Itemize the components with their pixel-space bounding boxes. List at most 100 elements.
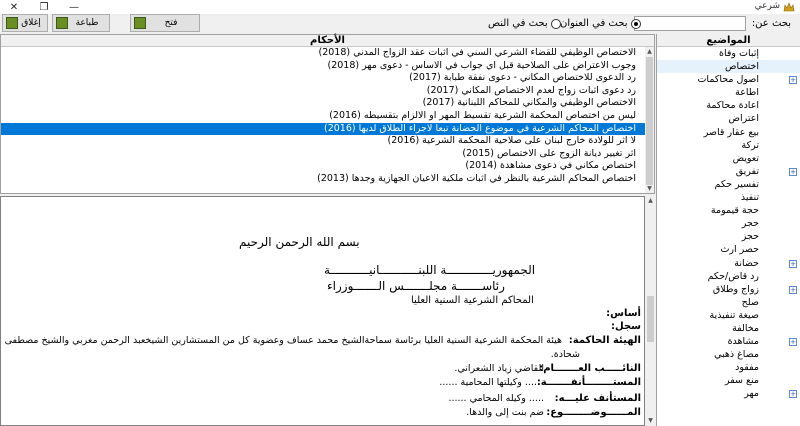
appellee-text: ..... وكيله المحامي ...... [448, 393, 544, 404]
topic-item[interactable]: تركة [657, 139, 800, 152]
topic-item[interactable]: منع سفر [657, 374, 800, 387]
radio-on-icon [630, 18, 641, 29]
topic-label: تنفيذ [740, 192, 759, 204]
topic-item[interactable]: إثبات وفاة [657, 47, 800, 60]
topic-item[interactable]: اختصاص [657, 60, 800, 74]
ruling-row[interactable]: لا اثر للولادة خارج لبنان على صلاحية الم… [1, 135, 646, 148]
topic-label: اعتراض [728, 113, 759, 125]
ruling-row[interactable]: ليس من اختصاص المحكمة الشرعية تقسيط المه… [1, 110, 646, 123]
minimize-icon: — [69, 1, 79, 13]
ruling-document[interactable]: بسم الله الرحمن الرحيم الجمهوريـــــــــ… [0, 196, 645, 426]
topic-item[interactable]: اعادة محاكمة [657, 99, 800, 112]
topic-item[interactable]: + حضانة [657, 257, 800, 270]
radio-label: بحث في العنوان [560, 18, 628, 29]
exit-icon [6, 17, 18, 29]
topic-label: حضانة [734, 257, 759, 269]
expand-icon[interactable]: + [789, 285, 797, 294]
topic-item[interactable]: حصر ارث [657, 243, 800, 256]
expand-icon[interactable]: + [789, 259, 797, 268]
topic-item[interactable]: اعتراض [657, 112, 800, 125]
topic-item[interactable]: + زواج وطلاق [657, 283, 800, 296]
panel-text: هيئة المحكمة الشرعية السنية العليا برئاس… [4, 335, 562, 346]
topic-label: تفسير حكم [714, 178, 760, 190]
record-label: سجل: [611, 321, 641, 332]
topic-item[interactable]: + مشاهدة [657, 335, 800, 348]
radio-off-icon [550, 18, 561, 29]
topic-item[interactable]: بيع عقار قاصر [657, 126, 800, 139]
close-window-button[interactable]: ✕ [0, 0, 28, 14]
appellant-text: ..... وكيلتها المحامية ...... [439, 377, 540, 388]
topic-label: إثبات وفاة [718, 48, 759, 59]
search-in-text-radio[interactable]: بحث في النص [488, 18, 561, 29]
close-button[interactable]: إغلاق [2, 14, 48, 32]
search-input[interactable] [634, 16, 746, 31]
topic-label: اختصاص [725, 61, 759, 73]
topic-label: اصول محاكمات [697, 74, 759, 86]
maximize-window-button[interactable]: ❐ [30, 0, 58, 14]
topic-label: منع سفر [724, 375, 759, 387]
expand-icon[interactable]: + [789, 76, 797, 85]
title-bar: ✕ ❐ — شرعي [0, 0, 800, 14]
scroll-thumb[interactable] [646, 57, 653, 185]
topic-item[interactable]: صيغة تنفيذية [657, 309, 800, 322]
scroll-up-icon[interactable]: ▲ [645, 47, 654, 56]
close-icon: ✕ [9, 1, 19, 13]
ruling-row[interactable]: اختصاص المحاكم الشرعية بالنظر في اثبات م… [1, 173, 646, 186]
topic-label: حجز [741, 231, 759, 243]
topic-label: مشاهدة [727, 336, 759, 348]
rulings-panel: الأحكام الاختصاص الوظيفي للقضاء الشرعي ا… [0, 34, 655, 194]
expand-icon[interactable]: + [789, 390, 797, 399]
topic-item[interactable]: حجز [657, 230, 800, 243]
rulings-scrollbar[interactable]: ▲ ▼ [645, 47, 654, 193]
scroll-thumb[interactable] [647, 296, 654, 342]
court-name: المحاكم الشرعية السنية العليا [411, 295, 534, 306]
topic-label: زواج وطلاق [712, 283, 759, 295]
topic-item[interactable]: مفقود [657, 361, 800, 374]
ruling-row[interactable]: وجوب الاعتراض على الصلاحية قبل اي جواب ف… [1, 60, 646, 73]
topic-label: تفريق [735, 165, 759, 177]
topics-list: إثبات وفاة اختصاص + اصول محاكمات اطاعة اعادة … [657, 47, 800, 426]
ruling-row[interactable]: رد دعوى اثبات زواج لعدم الاختصاص المكاني… [1, 85, 646, 98]
topic-item[interactable]: رد قاض/حكم [657, 270, 800, 283]
topic-item[interactable]: حجر [657, 217, 800, 230]
document-scrollbar[interactable]: ▲ ▼ [645, 196, 656, 426]
open-button[interactable]: فتح [130, 14, 200, 32]
panel-text-cont: شحادة. [550, 349, 580, 360]
scroll-up-icon[interactable]: ▲ [645, 196, 656, 206]
topic-item[interactable]: تفسير حكم [657, 178, 800, 191]
topic-item[interactable]: + اصول محاكمات [657, 73, 800, 86]
ruling-row[interactable]: اختصاص المحاكم الشرعية في موضوع الحضانة … [1, 122, 646, 136]
topic-label: حجر [741, 218, 759, 230]
expand-icon[interactable]: + [789, 338, 797, 347]
topic-label: صيغة تنفيذية [709, 309, 759, 321]
rulings-list: الاختصاص الوظيفي للقضاء الشرعي السني في … [1, 47, 646, 193]
topic-label: حجة قيمومة [710, 205, 759, 217]
topic-item[interactable]: + تفريق [657, 165, 800, 178]
ruling-row[interactable]: الاختصاص الوظيفي للقضاء الشرعي السني في … [1, 47, 646, 60]
basis-label: أساس: [606, 308, 641, 319]
ruling-row[interactable]: رد الدعوى للاختصاص المكاني - دعوى نفقة ط… [1, 72, 646, 85]
topic-label: تركة [741, 139, 759, 151]
topic-item[interactable]: صلح [657, 296, 800, 309]
topic-item[interactable]: تعويض [657, 152, 800, 165]
deputy-text: القاضي زياد الشعراني. [454, 363, 544, 374]
scroll-down-icon[interactable]: ▼ [645, 416, 656, 426]
search-in-title-radio[interactable]: بحث في العنوان [560, 18, 641, 29]
topic-item[interactable]: اطاعة [657, 86, 800, 99]
topic-label: صلح [741, 296, 759, 308]
expand-icon[interactable]: + [789, 167, 797, 176]
topic-item[interactable]: + مهر [657, 387, 800, 400]
ruling-row[interactable]: اثر تغيير ديانة الزوج على الاختصاص (2015… [1, 148, 646, 161]
topic-label: مفقود [735, 362, 759, 374]
print-button[interactable]: طباعة [52, 14, 110, 32]
topic-item[interactable]: مخالفة [657, 322, 800, 335]
open-icon [134, 17, 146, 29]
ruling-row[interactable]: الاختصاص الوظيفي والمكاني للمحاكم اللبنا… [1, 97, 646, 110]
topic-item[interactable]: تنفيذ [657, 191, 800, 204]
topic-item[interactable]: مصاغ ذهبي [657, 348, 800, 361]
scroll-down-icon[interactable]: ▼ [645, 184, 654, 193]
ruling-row[interactable]: اختصاص مكاني في دعوى مشاهدة (2014) [1, 160, 646, 173]
topic-item[interactable]: حجة قيمومة [657, 204, 800, 217]
rulings-header: الأحكام [1, 35, 654, 47]
minimize-window-button[interactable]: — [60, 0, 88, 14]
